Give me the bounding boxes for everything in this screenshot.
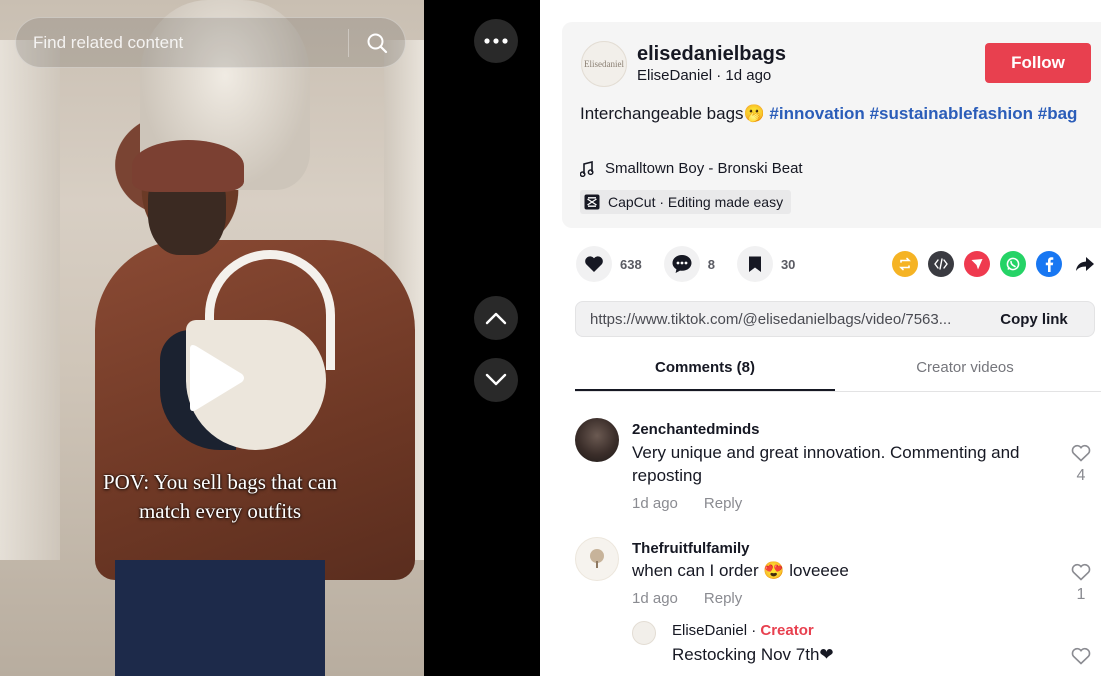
music-title: Smalltown Boy - Bronski Beat [605,160,803,177]
comment-meta: 1d ago Reply [632,590,768,607]
play-icon[interactable] [182,343,246,413]
tab-creator-videos[interactable]: Creator videos [835,350,1095,391]
post-info-card: Elisedaniel elisedanielbags EliseDaniel … [562,22,1101,228]
details-panel: Elisedaniel elisedanielbags EliseDaniel … [540,0,1101,676]
video-person-pants [115,560,325,676]
avatar[interactable]: Elisedaniel [581,41,627,87]
reply-author: EliseDaniel · Creator [672,622,814,639]
comment-username[interactable]: Thefruitfulfamily [632,540,750,557]
copy-link-button[interactable]: Copy link [974,311,1094,328]
comment-like[interactable]: 1 [1069,563,1093,604]
tree-logo-icon [590,549,604,568]
search-bar [15,17,406,68]
avatar[interactable] [632,621,656,645]
comment-like-count: 4 [1076,467,1086,484]
whatsapp-icon[interactable] [1000,251,1026,277]
hashtag-link[interactable]: #bag [1038,104,1078,123]
save-count: 30 [780,256,796,272]
reply-button[interactable]: Reply [704,495,742,512]
display-name: EliseDaniel [637,67,713,84]
creator-badge: Creator [760,622,814,639]
share-arrow-icon[interactable] [1072,251,1098,277]
more-icon [484,38,508,44]
user-subtitle: EliseDaniel · 1d ago [637,67,772,84]
video-side-strip [424,0,540,676]
username[interactable]: elisedanielbags [637,43,786,66]
engagement-stats: 638 8 30 [576,246,817,282]
hashtag-link[interactable]: #sustainablefashion [870,104,1033,123]
avatar[interactable] [575,418,619,462]
heart-outline-icon [1071,563,1091,581]
video-url[interactable]: https://www.tiktok.com/@elisedanielbags/… [576,311,974,328]
avatar[interactable] [575,537,619,581]
video-caption: POV: You sell bags that can match every … [30,468,410,526]
video-link-box: https://www.tiktok.com/@elisedanielbags/… [575,301,1095,337]
capcut-icon [584,194,600,210]
search-icon[interactable] [349,18,405,67]
comment-username[interactable]: 2enchantedminds [632,421,760,438]
description-text: Interchangeable bags🫢 [580,104,765,123]
caption-line: match every outfits [138,499,302,523]
heart-outline-icon [1071,444,1091,462]
more-options-button[interactable] [474,19,518,63]
hashtag-link[interactable]: #innovation [769,104,864,123]
repost-icon[interactable] [892,251,918,277]
bookmark-icon[interactable] [736,246,773,282]
previous-video-button[interactable] [474,296,518,340]
heart-outline-icon [1071,647,1091,665]
comment-text: Very unique and great innovation. Commen… [632,443,1020,485]
facebook-icon[interactable] [1036,251,1062,277]
follow-button[interactable]: Follow [985,43,1091,83]
heart-icon[interactable] [576,246,612,282]
comment-stat[interactable]: 8 [663,246,715,282]
chevron-down-icon [485,373,507,386]
post-description: Interchangeable bags🫢 #innovation #susta… [580,102,1080,125]
next-video-button[interactable] [474,358,518,402]
share-buttons [892,251,1098,277]
tabs: Comments (8) Creator videos [575,350,1101,392]
capcut-label: CapCut · Editing made easy [608,194,784,210]
embed-icon[interactable] [928,251,954,277]
avatar-logo-text: Elisedaniel [584,59,624,69]
comment-icon[interactable] [663,246,700,282]
music-link[interactable]: Smalltown Boy - Bronski Beat [580,160,803,177]
comment-text: when can I order 😍 loveeee [632,561,849,580]
save-stat[interactable]: 30 [736,246,796,282]
tab-comments[interactable]: Comments (8) [575,350,835,391]
reply-username[interactable]: EliseDaniel [672,622,747,639]
comment-time: 1d ago [632,495,678,512]
capcut-anchor[interactable]: CapCut · Editing made easy [580,190,792,214]
comment-meta: 1d ago Reply [632,495,768,512]
comment-like[interactable] [1069,647,1093,670]
video-person-cap [132,140,244,192]
video-player[interactable]: POV: You sell bags that can match every … [0,0,424,676]
comment-like[interactable]: 4 [1069,444,1093,485]
reply-button[interactable]: Reply [704,590,742,607]
like-count: 638 [620,256,642,272]
chevron-up-icon [485,312,507,325]
post-time: 1d ago [725,67,772,84]
like-stat[interactable]: 638 [576,246,642,282]
comment-time: 1d ago [632,590,678,607]
send-to-friends-icon[interactable] [964,251,990,277]
music-note-icon [580,160,594,177]
comment-like-count: 1 [1076,586,1086,603]
comment-count: 8 [707,256,715,272]
search-input[interactable] [16,18,348,67]
caption-line: POV: You sell bags that can [102,470,338,494]
reply-text: Restocking Nov 7th❤ [672,645,834,664]
